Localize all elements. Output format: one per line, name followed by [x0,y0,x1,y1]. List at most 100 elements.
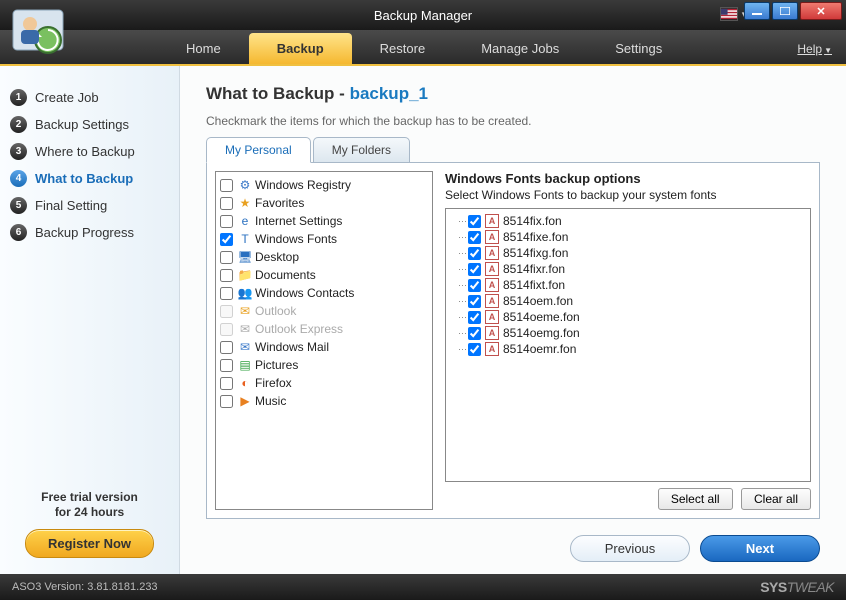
font-row[interactable]: ⋯A8514fixe.fon [450,229,806,245]
font-checkbox[interactable] [468,215,481,228]
tree-item-firefox[interactable]: ◐Firefox [218,374,430,392]
tree-checkbox[interactable] [220,215,233,228]
tree-checkbox[interactable] [220,377,233,390]
step-3[interactable]: 3 Where to Backup [6,138,173,165]
tree-item-windows-contacts[interactable]: 👥Windows Contacts [218,284,430,302]
tree-item-music[interactable]: ▶Music [218,392,430,410]
nav-tab-home[interactable]: Home [158,33,249,64]
step-1[interactable]: 1Create Job [6,84,173,111]
tree-item-desktop[interactable]: 🖥Desktop [218,248,430,266]
registry-icon: ⚙ [237,177,253,193]
font-row[interactable]: ⋯A8514oemr.fon [450,341,806,357]
font-name: 8514fixt.fon [503,278,565,292]
close-button[interactable]: ✕ [800,2,842,20]
tree-checkbox[interactable] [220,269,233,282]
sidebar: 1Create Job2Backup Settings 3 Where to Bac… [0,66,180,574]
font-checkbox[interactable] [468,247,481,260]
font-row[interactable]: ⋯A8514fixr.fon [450,261,806,277]
font-checkbox[interactable] [468,311,481,324]
tree-item-windows-mail[interactable]: ✉Windows Mail [218,338,430,356]
step-2[interactable]: 2Backup Settings [6,111,173,138]
tree-connector-icon: ⋯ [458,232,464,243]
tree-connector-icon: ⋯ [458,344,464,355]
tree-checkbox[interactable] [220,341,233,354]
main-area: 1Create Job2Backup Settings 3 Where to Bac… [0,66,846,574]
next-button[interactable]: Next [700,535,820,562]
tree-item-windows-registry[interactable]: ⚙Windows Registry [218,176,430,194]
tree-item-windows-fonts[interactable]: TWindows Fonts [218,230,430,248]
font-name: 8514fixg.fon [503,246,568,260]
step-number-icon: 5 [10,197,27,214]
font-checkbox[interactable] [468,279,481,292]
tree-item-pictures[interactable]: ▤Pictures [218,356,430,374]
font-file-icon: A [485,214,499,228]
music-icon: ▶ [237,393,253,409]
trial-notice: Free trial version for 24 hours [6,490,173,521]
tree-checkbox[interactable] [220,179,233,192]
outlooke-icon: ✉ [237,321,253,337]
title-bar: Backup Manager ▼ ✕ [0,0,846,30]
tree-label: Windows Mail [255,340,329,354]
font-checkbox[interactable] [468,343,481,356]
tree-label: Windows Registry [255,178,351,192]
font-checkbox[interactable] [468,295,481,308]
detail-pane: Windows Fonts backup options Select Wind… [445,171,811,510]
firefox-icon: ◐ [237,375,253,391]
tree-label: Music [255,394,286,408]
instruction-text: Checkmark the items for which the backup… [206,114,820,128]
font-file-icon: A [485,278,499,292]
status-bar: ASO3 Version: 3.81.8181.233 SYSTWEAK [0,574,846,600]
maximize-button[interactable] [772,2,798,20]
font-checkbox[interactable] [468,231,481,244]
font-row[interactable]: ⋯A8514oemg.fon [450,325,806,341]
font-list[interactable]: ⋯A8514fix.fon⋯A8514fixe.fon⋯A8514fixg.fo… [445,208,811,482]
nav-tab-restore[interactable]: Restore [352,33,454,64]
category-tree[interactable]: ⚙Windows Registry★FavoriteseInternet Set… [215,171,433,510]
help-link[interactable]: Help▼ [797,42,832,56]
tree-connector-icon: ⋯ [458,280,464,291]
tree-checkbox[interactable] [220,287,233,300]
font-name: 8514oem.fon [503,294,573,308]
tree-label: Documents [255,268,316,282]
font-icon: T [237,231,253,247]
previous-button[interactable]: Previous [570,535,690,562]
font-row[interactable]: ⋯A8514fixg.fon [450,245,806,261]
tree-checkbox [220,323,233,336]
tree-checkbox[interactable] [220,251,233,264]
minimize-button[interactable] [744,2,770,20]
tree-item-internet-settings[interactable]: eInternet Settings [218,212,430,230]
step-number-icon: 3 [10,143,27,160]
font-checkbox[interactable] [468,263,481,276]
select-all-button[interactable]: Select all [658,488,733,510]
source-tab-my-folders[interactable]: My Folders [313,137,410,163]
font-checkbox[interactable] [468,327,481,340]
tree-item-favorites[interactable]: ★Favorites [218,194,430,212]
register-button[interactable]: Register Now [25,529,154,558]
font-row[interactable]: ⋯A8514oeme.fon [450,309,806,325]
nav-tab-manage-jobs[interactable]: Manage Jobs [453,33,587,64]
list-buttons: Select all Clear all [445,488,811,510]
step-label: What to Backup [35,171,133,186]
tree-checkbox[interactable] [220,395,233,408]
job-name: backup_1 [350,84,428,103]
tree-item-documents[interactable]: 📁Documents [218,266,430,284]
source-tab-my-personal[interactable]: My Personal [206,137,311,163]
tree-checkbox[interactable] [220,197,233,210]
ie-icon: e [237,213,253,229]
tree-label: Desktop [255,250,299,264]
tree-item-outlook-express: ✉Outlook Express [218,320,430,338]
step-6[interactable]: 6Backup Progress [6,219,173,246]
clear-all-button[interactable]: Clear all [741,488,811,510]
tree-checkbox[interactable] [220,359,233,372]
selection-panel: ⚙Windows Registry★FavoriteseInternet Set… [206,162,820,519]
step-5[interactable]: 5Final Setting [6,192,173,219]
tree-checkbox[interactable] [220,233,233,246]
font-row[interactable]: ⋯A8514fix.fon [450,213,806,229]
font-row[interactable]: ⋯ A 8514fixt.fon [450,277,806,293]
nav-tab-settings[interactable]: Settings [587,33,690,64]
star-icon: ★ [237,195,253,211]
font-row[interactable]: ⋯A8514oem.fon [450,293,806,309]
step-label: Where to Backup [35,144,135,159]
nav-tab-backup[interactable]: Backup [249,33,352,64]
step-4[interactable]: 4What to Backup [6,165,173,192]
